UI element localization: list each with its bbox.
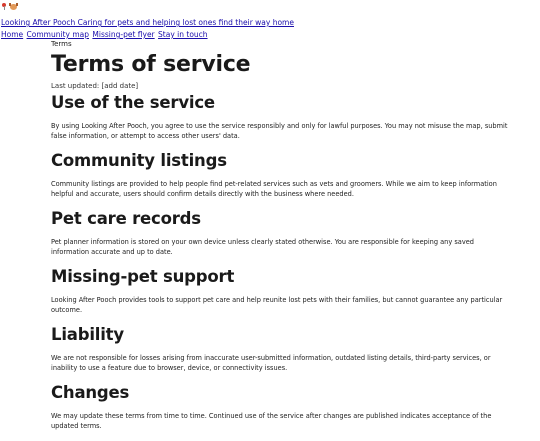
section-missing-pet-support: Missing-pet support Looking After Pooch … [51, 267, 511, 315]
section-body: We may update these terms from time to t… [51, 412, 492, 430]
section-body: Pet planner information is stored on you… [51, 238, 474, 256]
section-liability: Liability We are not responsible for los… [51, 325, 511, 373]
dog-icon [9, 2, 18, 10]
pin-icon [1, 2, 7, 10]
nav-home-link[interactable]: Home [1, 30, 23, 39]
section-pet-care-records: Pet care records Pet planner information… [51, 209, 511, 257]
section-body: By using Looking After Pooch, you agree … [51, 122, 508, 140]
section-heading: Missing-pet support [51, 267, 235, 286]
nav-missing-pet-flyer-link[interactable]: Missing-pet flyer [92, 30, 154, 39]
section-community-listings: Community listings Community listings ar… [51, 151, 511, 199]
section-heading: Use of the service [51, 93, 215, 112]
last-updated-text: Last updated: [add date] [51, 82, 139, 90]
section-heading: Community listings [51, 151, 227, 170]
nav-community-map-link[interactable]: Community map [27, 30, 89, 39]
section-use-of-service: Use of the service By using Looking Afte… [51, 93, 511, 141]
section-changes: Changes We may update these terms from t… [51, 383, 511, 431]
section-body: We are not responsible for losses arisin… [51, 354, 491, 372]
section-heading: Pet care records [51, 209, 201, 228]
section-heading: Liability [51, 325, 124, 344]
page-title: Terms of service [51, 52, 251, 77]
main-nav: Home Community map Missing-pet flyer Sta… [1, 29, 540, 40]
section-body: Community listings are provided to help … [51, 180, 497, 198]
section-heading: Changes [51, 383, 130, 402]
section-body: Looking After Pooch provides tools to su… [51, 296, 503, 314]
brand-link[interactable]: Looking After Pooch Caring for pets and … [1, 17, 294, 28]
site-header: Looking After Pooch Caring for pets and … [0, 0, 540, 40]
brand-icons [1, 2, 540, 10]
breadcrumb: Terms [51, 40, 72, 48]
terms-content: Terms Terms of service Last updated: [ad… [51, 40, 511, 441]
nav-stay-in-touch-link[interactable]: Stay in touch [158, 30, 208, 39]
